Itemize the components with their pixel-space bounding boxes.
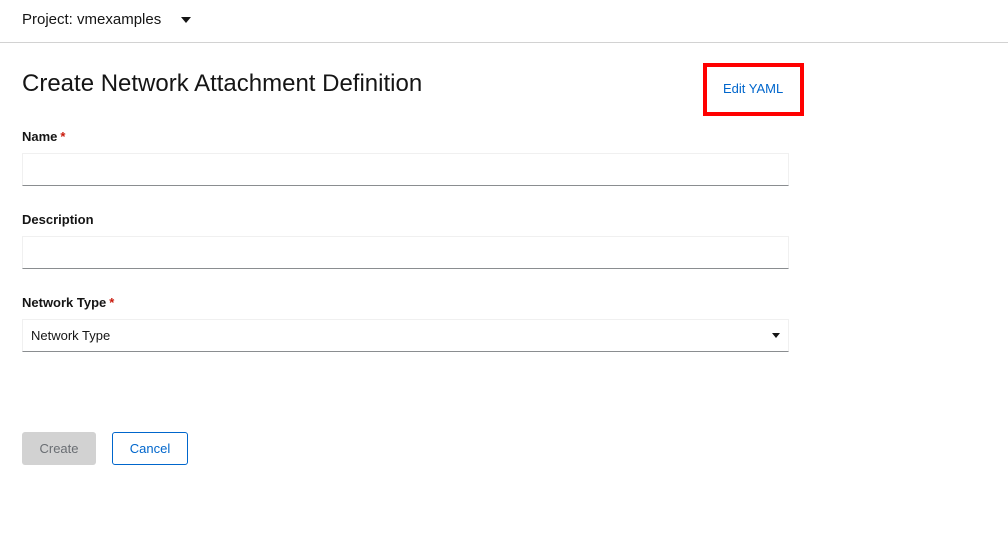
network-type-select[interactable]: Network Type — [22, 319, 789, 352]
description-input[interactable] — [22, 236, 789, 269]
cancel-button[interactable]: Cancel — [112, 432, 188, 465]
create-button[interactable]: Create — [22, 432, 96, 465]
name-input[interactable] — [22, 153, 789, 186]
project-selector[interactable]: Project: vmexamples — [22, 11, 192, 28]
network-type-label-text: Network Type — [22, 295, 107, 310]
required-indicator: * — [109, 295, 115, 310]
description-label: Description — [22, 212, 94, 227]
edit-yaml-link[interactable]: Edit YAML — [723, 81, 783, 96]
network-type-label: Network Type * — [22, 295, 114, 310]
network-type-value: Network Type — [31, 328, 111, 343]
required-indicator: * — [60, 129, 66, 144]
page-title: Create Network Attachment Definition — [22, 70, 423, 97]
name-label-text: Name — [22, 129, 58, 144]
caret-down-icon — [772, 333, 780, 338]
project-label: Project: vmexamples — [22, 11, 162, 28]
top-bar: Project: vmexamples — [0, 0, 1008, 43]
name-label: Name * — [22, 129, 65, 144]
caret-down-icon — [181, 16, 192, 23]
